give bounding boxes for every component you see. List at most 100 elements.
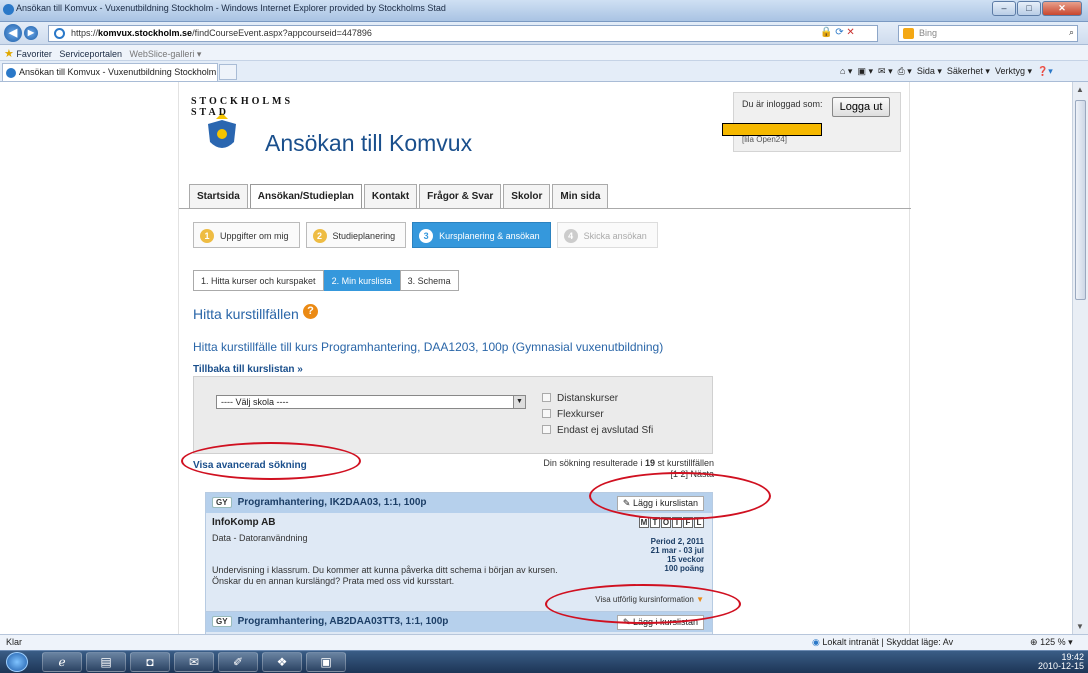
taskbar: ℯ ▤ ◘ ✉ ✐ ❖ ▣ 19:42 2010-12-15 bbox=[0, 650, 1088, 673]
forward-button[interactable]: ▶ bbox=[24, 26, 38, 40]
status-bar: Klar ◉ Lokalt intranät | Skyddat läge: A… bbox=[0, 634, 1088, 650]
system-tray: 19:42 2010-12-15 bbox=[1038, 653, 1084, 671]
scroll-down-icon[interactable]: ▼ bbox=[1076, 622, 1084, 631]
step-label: Studieplanering bbox=[332, 231, 396, 241]
course-title[interactable]: Programhantering, IK2DAA03, 1:1, 100p bbox=[238, 497, 427, 508]
subtab-hitta-kurser[interactable]: 1. Hitta kurser och kurspaket bbox=[193, 270, 324, 291]
sfi-checkbox[interactable]: Endast ej avslutad Sfi bbox=[542, 425, 653, 436]
stop-icon[interactable]: ✕ bbox=[846, 27, 854, 38]
app-taskbar-icon[interactable]: ✉ bbox=[174, 652, 214, 672]
minimize-button[interactable]: – bbox=[992, 1, 1016, 16]
day-box: M bbox=[639, 517, 649, 528]
annotation-ellipse bbox=[545, 584, 741, 624]
page-subtitle: Hitta kurstillfälle till kurs Programhan… bbox=[193, 340, 664, 354]
tab-row: Ansökan till Komvux - Vuxenutbildning St… bbox=[0, 61, 1088, 82]
start-button[interactable] bbox=[6, 652, 28, 672]
subtab-schema[interactable]: 3. Schema bbox=[399, 270, 459, 291]
status-text: Klar bbox=[6, 637, 23, 647]
refresh-icon[interactable]: ⟳ bbox=[835, 27, 843, 38]
dates: 21 mar - 03 jul bbox=[650, 546, 704, 555]
search-placeholder: Bing bbox=[919, 28, 938, 38]
site-page: STOCKHOLMS STAD Ansökan till Komvux Du ä… bbox=[178, 82, 911, 634]
favorites-button[interactable]: Favoriter bbox=[16, 49, 52, 59]
tab-min-sida[interactable]: Min sida bbox=[552, 184, 609, 208]
scroll-thumb[interactable] bbox=[1075, 100, 1086, 300]
logo-text: STOCKHOLMS STAD bbox=[191, 96, 294, 118]
school-select-value: ---- Välj skola ---- bbox=[221, 397, 289, 407]
checkbox-icon bbox=[542, 393, 551, 402]
outlook-taskbar-icon[interactable]: ◘ bbox=[130, 652, 170, 672]
tab-kontakt[interactable]: Kontakt bbox=[363, 184, 418, 208]
step-studieplanering[interactable]: 2 Studieplanering bbox=[305, 222, 407, 248]
tab-skolor[interactable]: Skolor bbox=[503, 184, 551, 208]
vertical-scrollbar[interactable]: ▲ ▼ bbox=[1072, 82, 1088, 634]
clock-date[interactable]: 2010-12-15 bbox=[1038, 662, 1084, 671]
url-host: komvux.stockholm.se bbox=[98, 28, 193, 38]
close-button[interactable]: ✕ bbox=[1042, 1, 1082, 16]
lock-icon[interactable]: 🔒 bbox=[820, 27, 832, 38]
points: 100 poäng bbox=[664, 564, 704, 573]
webslice-gallery-link[interactable]: WebSlice-galleri ▾ bbox=[129, 49, 201, 59]
new-tab-button[interactable] bbox=[219, 64, 237, 80]
window-titlebar: Ansökan till Komvux - Vuxenutbildning St… bbox=[0, 0, 1088, 22]
tab-startsida[interactable]: Startsida bbox=[189, 184, 248, 208]
tab-ansokan-studieplan[interactable]: Ansökan/Studieplan bbox=[249, 184, 362, 208]
result-text: Din sökning resulterade i bbox=[543, 458, 643, 468]
mail-icon[interactable]: ✉ ▾ bbox=[878, 66, 893, 76]
explorer-taskbar-icon[interactable]: ▤ bbox=[86, 652, 126, 672]
help-icon[interactable]: ❓▾ bbox=[1037, 66, 1053, 76]
bing-icon bbox=[903, 28, 914, 39]
serviceportalen-link[interactable]: Serviceportalen bbox=[59, 49, 122, 59]
zone-info[interactable]: ◉ Lokalt intranät | Skyddat läge: Av bbox=[812, 637, 953, 648]
home-icon[interactable]: ⌂ ▾ bbox=[840, 66, 852, 76]
flex-checkbox[interactable]: Flexkurser bbox=[542, 409, 604, 420]
print-icon[interactable]: ⎙ ▾ bbox=[898, 66, 912, 76]
back-button[interactable]: ◀ bbox=[4, 24, 22, 42]
step-skicka: 4 Skicka ansökan bbox=[556, 222, 658, 248]
sub-tabs: 1. Hitta kurser och kurspaket 2. Min kur… bbox=[193, 270, 459, 291]
ie-app-icon bbox=[3, 4, 14, 15]
distance-checkbox[interactable]: Distanskurser bbox=[542, 393, 618, 404]
checkbox-label: Flexkurser bbox=[557, 409, 604, 420]
search-input[interactable]: Bing ⌕ bbox=[898, 25, 1078, 42]
school-select[interactable]: ---- Välj skola ---- ▼ bbox=[216, 395, 526, 409]
subtab-min-kurslista[interactable]: 2. Min kurslista bbox=[323, 270, 400, 291]
course-title[interactable]: Programhantering, AB2DAA03TT3, 1:1, 100p bbox=[238, 616, 449, 627]
address-tools: 🔒 ⟳ ✕ bbox=[820, 27, 855, 38]
app2-taskbar-icon[interactable]: ✐ bbox=[218, 652, 258, 672]
search-icon[interactable]: ⌕ bbox=[1069, 27, 1074, 38]
page-menu[interactable]: Sida ▾ bbox=[917, 66, 942, 76]
site-brand[interactable]: Ansökan till Komvux bbox=[265, 130, 472, 157]
step-kursplanering[interactable]: 3 Kursplanering & ansökan bbox=[412, 222, 551, 248]
tab-title: Ansökan till Komvux - Vuxenutbildning St… bbox=[19, 67, 217, 77]
course-description: Undervisning i klassrum. Du kommer att k… bbox=[212, 565, 558, 575]
tools-menu[interactable]: Verktyg ▾ bbox=[995, 66, 1032, 76]
browser-tab[interactable]: Ansökan till Komvux - Vuxenutbildning St… bbox=[2, 63, 218, 81]
result-text-end: st kurstillfällen bbox=[657, 458, 714, 468]
tab-fragor-svar[interactable]: Frågor & Svar bbox=[419, 184, 502, 208]
app4-taskbar-icon[interactable]: ▣ bbox=[306, 652, 346, 672]
address-bar[interactable]: https://komvux.stockholm.se/findCourseEv… bbox=[48, 25, 878, 42]
feeds-icon[interactable]: ▣ ▾ bbox=[857, 66, 873, 76]
logout-button[interactable]: Logga ut bbox=[832, 97, 890, 117]
course-period: Period 2, 2011 21 mar - 03 jul 15 veckor… bbox=[651, 537, 704, 573]
command-bar: ⌂ ▾ ▣ ▾ ✉ ▾ ⎙ ▾ Sida ▾ Säkerhet ▾ Verkty… bbox=[840, 66, 1053, 77]
step-label: Skicka ansökan bbox=[583, 231, 647, 241]
scroll-up-icon[interactable]: ▲ bbox=[1076, 85, 1084, 94]
level-badge: GY bbox=[212, 497, 232, 508]
app3-taskbar-icon[interactable]: ❖ bbox=[262, 652, 302, 672]
logged-in-user: [lila Open24] bbox=[742, 135, 787, 144]
subject-area: Data - Datoranvändning bbox=[212, 533, 308, 543]
step-uppgifter[interactable]: 1 Uppgifter om mig bbox=[193, 222, 300, 248]
help-icon[interactable]: ? bbox=[303, 304, 318, 319]
zoom-control[interactable]: ⊕ 125 % ▾ bbox=[1030, 637, 1073, 648]
ie-taskbar-icon[interactable]: ℯ bbox=[42, 652, 82, 672]
safety-menu[interactable]: Säkerhet ▾ bbox=[947, 66, 990, 76]
favorites-star-icon[interactable]: ★ bbox=[4, 48, 14, 60]
back-to-list-link[interactable]: Tillbaka till kurslistan » bbox=[193, 364, 303, 375]
address-row: ◀ ▶ https://komvux.stockholm.se/findCour… bbox=[0, 22, 1088, 45]
maximize-button[interactable]: □ bbox=[1017, 1, 1041, 16]
page-title: Hitta kurstillfällen bbox=[193, 306, 299, 322]
step-label: Uppgifter om mig bbox=[220, 231, 289, 241]
chevron-down-icon: ▼ bbox=[513, 396, 525, 408]
